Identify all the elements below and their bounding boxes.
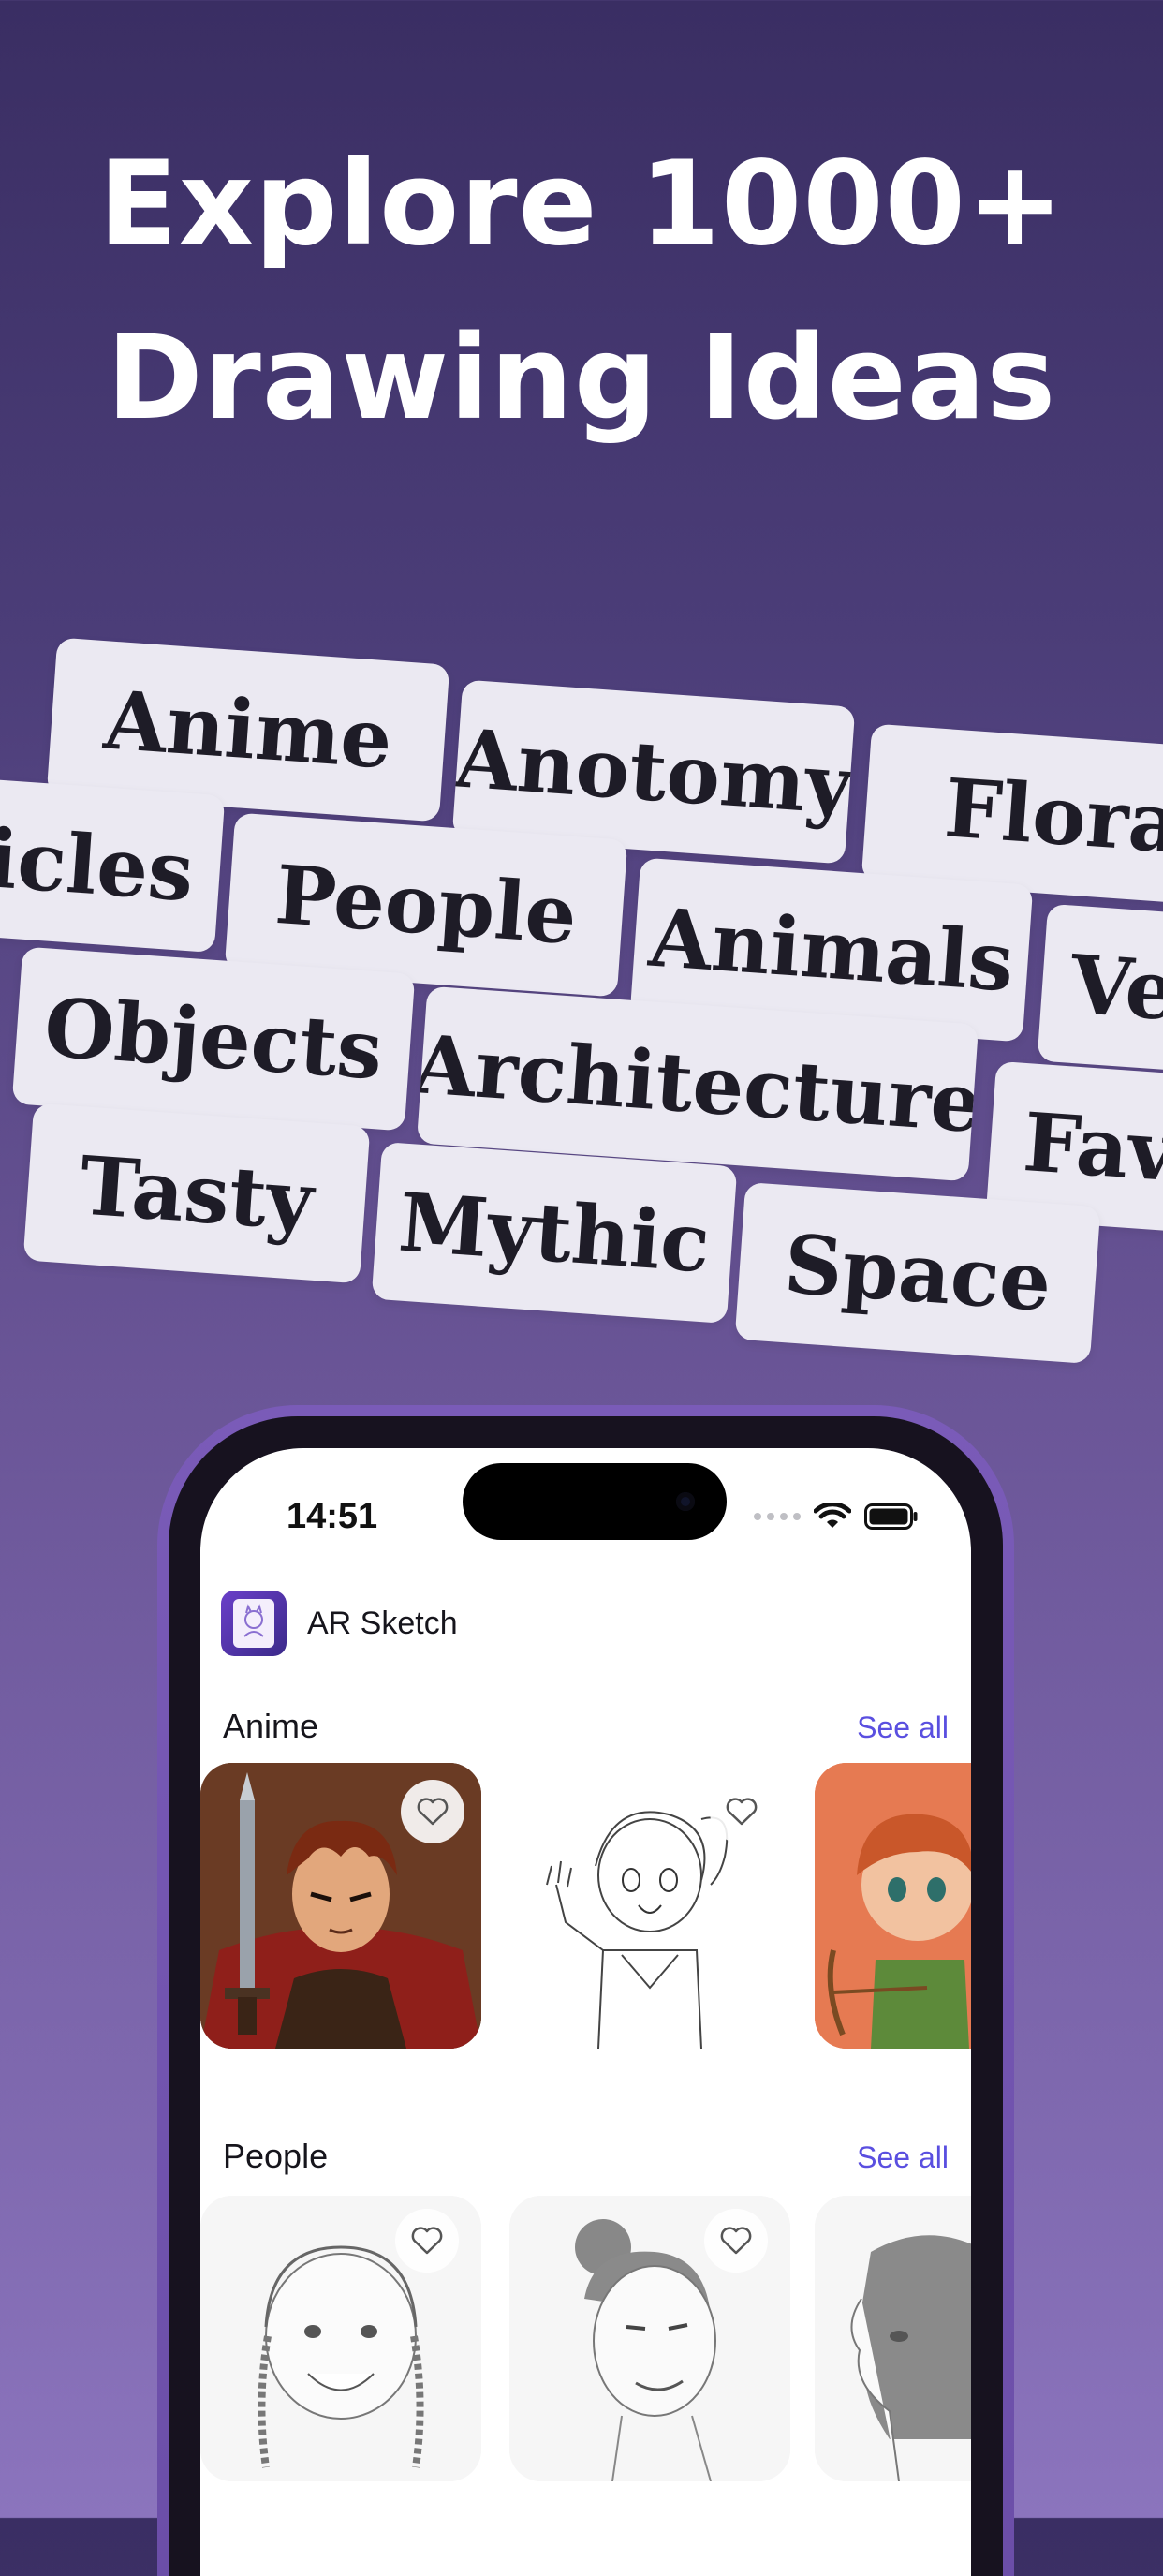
chip-vehicles: hicles — [0, 768, 226, 954]
section-title-anime: Anime — [223, 1707, 319, 1745]
dynamic-island — [463, 1463, 727, 1540]
app-title: AR Sketch — [307, 1605, 458, 1641]
favorite-button[interactable] — [401, 1780, 464, 1843]
signal-dots-icon — [754, 1513, 801, 1520]
woman-profile-illustration — [815, 2196, 971, 2481]
section-title-people: People — [223, 2137, 329, 2175]
headline: Explore 1000+ Drawing Ideas — [0, 117, 1163, 466]
see-all-anime-link[interactable]: See all — [857, 1710, 949, 1745]
anime-card-waving-girl[interactable] — [509, 1763, 790, 2049]
anime-card-archer[interactable] — [815, 1763, 971, 2049]
people-card-woman-profile[interactable] — [815, 2196, 971, 2481]
battery-icon — [864, 1503, 918, 1530]
chip-tasty: Tasty — [22, 1103, 371, 1284]
status-time: 14:51 — [287, 1497, 378, 1536]
phone-screen: 14:51 AR Sketch Anime See all People See… — [200, 1448, 971, 2576]
chip-mythic: Mythic — [371, 1141, 738, 1325]
wifi-icon — [814, 1503, 851, 1528]
people-card-girl-braids[interactable] — [200, 2196, 481, 2481]
headline-line-2: Drawing Ideas — [106, 311, 1057, 446]
phone-bezel: 14:51 AR Sketch Anime See all People See… — [169, 1416, 1003, 2576]
see-all-people-link[interactable]: See all — [857, 2140, 949, 2175]
favorite-button[interactable] — [710, 1780, 773, 1843]
anime-card-warrior[interactable] — [200, 1763, 481, 2049]
chip-space: Space — [734, 1181, 1101, 1365]
heart-icon — [411, 2227, 443, 2255]
heart-icon — [417, 1798, 449, 1826]
archer-illustration — [815, 1763, 971, 2049]
phone-mockup: 14:51 AR Sketch Anime See all People See… — [157, 1405, 1014, 2576]
favorite-button[interactable] — [395, 2209, 459, 2273]
status-icons — [754, 1503, 919, 1531]
app-header: AR Sketch — [221, 1591, 458, 1656]
headline-line-1: Explore 1000+ — [98, 137, 1065, 272]
people-card-woman-bun[interactable] — [509, 2196, 790, 2481]
heart-icon — [720, 2227, 752, 2255]
heart-icon — [726, 1798, 758, 1826]
chip-objects: Objects — [11, 946, 416, 1132]
app-logo-icon — [221, 1591, 287, 1656]
chip-vehicles-2: Ve — [1037, 903, 1163, 1081]
favorite-button[interactable] — [704, 2209, 768, 2273]
